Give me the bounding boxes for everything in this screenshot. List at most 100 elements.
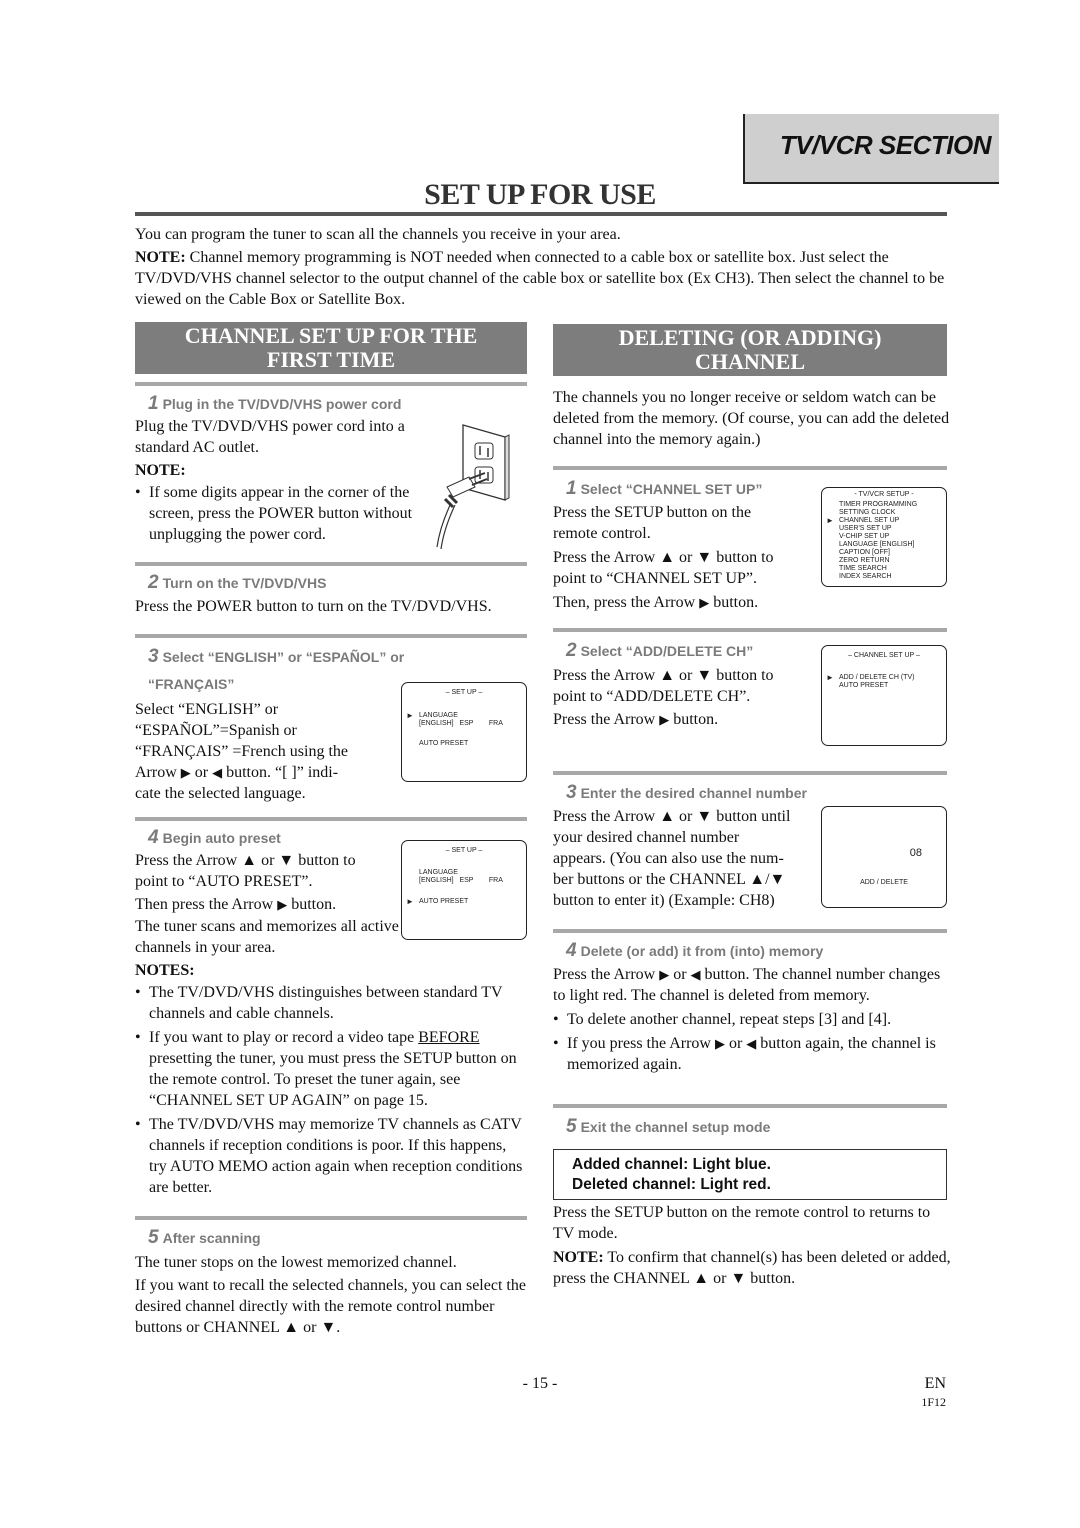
step-heading: 3 Enter the desired channel number bbox=[566, 782, 807, 804]
step-number: 2 bbox=[566, 640, 577, 661]
arrow-left-icon: ◀ bbox=[690, 967, 701, 982]
bullet-item: If you press the Arrow ▶ or ◀ button aga… bbox=[553, 1033, 953, 1075]
power-outlet-plug-icon bbox=[436, 424, 510, 550]
note-text: Channel memory programming is NOT needed… bbox=[135, 249, 945, 308]
banner-line: DELETING (OR ADDING) bbox=[618, 325, 882, 350]
line: appears. (You can also use the num- bbox=[553, 850, 784, 867]
note-bullet: If some digits appear in the corner of t… bbox=[135, 482, 439, 545]
screen-title: – SET UP – bbox=[445, 847, 483, 854]
step-number: 2 bbox=[148, 572, 159, 593]
line: Press the Arrow ▲ or ▼ button to bbox=[553, 549, 774, 566]
screen-language-options: [ENGLISH] ESP FRA bbox=[419, 720, 503, 727]
legend-added: Added channel: Light blue. bbox=[572, 1156, 771, 1173]
pointer-icon: ► bbox=[406, 897, 414, 906]
step-title: Select “CHANNEL SET UP” bbox=[580, 481, 763, 497]
step-body: Press the Arrow ▲ or ▼ button until your… bbox=[553, 806, 823, 911]
legend-deleted: Deleted channel: Light red. bbox=[572, 1176, 771, 1193]
text: or bbox=[257, 852, 279, 869]
line: “ESPAÑOL”=Spanish or bbox=[135, 722, 297, 739]
text: presetting the tuner, you must press the… bbox=[149, 1050, 517, 1109]
screen-label: ADD / DELETE bbox=[860, 879, 908, 886]
line: “FRANÇAIS” =French using the bbox=[135, 743, 349, 760]
step-number: 3 bbox=[148, 646, 159, 667]
text: button. bbox=[709, 594, 759, 611]
text: button. bbox=[669, 711, 719, 728]
screen-menu-item: V-CHIP SET UP bbox=[822, 533, 946, 541]
step-heading: 3 Select “ENGLISH” or “ESPAÑOL” or bbox=[148, 646, 404, 668]
screen-menu-item: ZERO RETURN bbox=[822, 557, 946, 565]
step-number: 1 bbox=[148, 393, 159, 414]
item-label: AUTO PRESET bbox=[419, 898, 469, 905]
tv-screen-channel-setup: – CHANNEL SET UP – ► ADD / DELETE CH (TV)… bbox=[821, 645, 947, 746]
item-label: AUTO PRESET bbox=[839, 682, 889, 689]
intro-text: You can program the tuner to scan all th… bbox=[135, 226, 621, 243]
divider bbox=[553, 929, 947, 933]
step-body: Plug the TV/DVD/VHS power cord into a st… bbox=[135, 418, 405, 456]
item-label: TIME SEARCH bbox=[839, 565, 887, 572]
divider bbox=[135, 382, 527, 386]
paragraph: Press the Arrow ▶ or ◀ button. The chann… bbox=[553, 964, 953, 1006]
item-label: LANGUAGE [ENGLISH] bbox=[839, 541, 915, 548]
step-note: NOTE: To confirm that channel(s) has bee… bbox=[553, 1247, 953, 1289]
step-heading: 2 Turn on the TV/DVD/VHS bbox=[148, 572, 326, 594]
line: Press the Arrow ▲ or ▼ button to bbox=[135, 852, 356, 869]
screen-menu-item: LANGUAGE [ENGLISH] bbox=[822, 541, 946, 549]
arrow-right-icon: ▶ bbox=[714, 1036, 725, 1051]
screen-title: - TV/VCR SETUP - bbox=[854, 491, 914, 498]
text: If you press the Arrow bbox=[567, 1035, 715, 1052]
divider bbox=[553, 466, 947, 470]
line: your desired channel number bbox=[553, 829, 740, 846]
banner-line: FIRST TIME bbox=[266, 347, 396, 372]
intro-note: NOTE: Channel memory programming is NOT … bbox=[135, 247, 950, 310]
note-item: The TV/DVD/VHS may memorize TV channels … bbox=[135, 1114, 527, 1198]
note-label: NOTE: bbox=[135, 462, 186, 479]
screen-menu: TIMER PROGRAMMING SETTING CLOCK ► CHANNEL S… bbox=[822, 501, 946, 581]
screen-menu-item: INDEX SEARCH bbox=[822, 573, 946, 581]
notes-list: The TV/DVD/VHS distinguishes between sta… bbox=[135, 982, 527, 1198]
arrow-right-icon: ▶ bbox=[699, 595, 710, 610]
screen-title: – CHANNEL SET UP – bbox=[848, 652, 920, 659]
banner-channel-setup: CHANNEL SET UP FOR THE FIRST TIME bbox=[135, 322, 527, 374]
step-heading: 5 Exit the channel setup mode bbox=[566, 1116, 770, 1138]
text: Press the Arrow bbox=[135, 852, 242, 869]
text-underlined: BEFORE bbox=[418, 1029, 480, 1046]
step-title: Begin auto preset bbox=[162, 830, 281, 846]
section-tab: TV/VCR SECTION bbox=[743, 114, 999, 184]
line: Then press the Arrow ▶ button. bbox=[135, 894, 400, 915]
line: cate the selected language. bbox=[135, 785, 306, 802]
step-title-continued: “FRANÇAIS” bbox=[148, 676, 235, 692]
step-body: Press the Arrow ▲ or ▼ button to point t… bbox=[135, 850, 400, 915]
text: or bbox=[724, 1035, 747, 1052]
screen-item-language: LANGUAGE bbox=[419, 869, 458, 876]
text: button. bbox=[287, 896, 337, 913]
tv-screen-setup-auto-preset: – SET UP – LANGUAGE [ENGLISH] ESP FRA ► A… bbox=[401, 840, 527, 940]
tv-screen-setup-language: – SET UP – ► LANGUAGE [ENGLISH] ESP FRA A… bbox=[401, 682, 527, 782]
screen-item-auto-preset: AUTO PRESET bbox=[419, 740, 469, 747]
screen-item-language: ► LANGUAGE bbox=[402, 712, 526, 720]
item-label: V-CHIP SET UP bbox=[839, 533, 890, 540]
arrow-right-icon: ▶ bbox=[277, 897, 288, 912]
step-body: The tuner scans and memorizes all active… bbox=[135, 918, 399, 956]
divider bbox=[135, 817, 527, 821]
note-text: To confirm that channel(s) has been dele… bbox=[553, 1249, 951, 1287]
divider bbox=[135, 1216, 527, 1220]
line: Press the SETUP button on the bbox=[553, 504, 752, 521]
text: Then, press the Arrow bbox=[553, 594, 700, 611]
text: Press the Arrow bbox=[553, 711, 660, 728]
divider bbox=[135, 634, 527, 638]
step-title: Select “ADD/DELETE CH” bbox=[580, 643, 754, 659]
screen-menu-item: SETTING CLOCK bbox=[822, 509, 946, 517]
step-body: Press the Arrow ▶ or ◀ button. The chann… bbox=[553, 964, 953, 1075]
line: point to “AUTO PRESET”. bbox=[135, 873, 313, 890]
item-label: TIMER PROGRAMMING bbox=[839, 501, 918, 508]
arrow-right-icon: ▶ bbox=[180, 765, 191, 780]
screen-menu-item: TIMER PROGRAMMING bbox=[822, 501, 946, 509]
step-heading: 1 Select “CHANNEL SET UP” bbox=[566, 478, 762, 500]
divider bbox=[553, 1104, 947, 1108]
line: point to “ADD/DELETE CH”. bbox=[553, 688, 751, 705]
arrow-right-icon: ▶ bbox=[659, 712, 670, 727]
note-label: NOTE: bbox=[135, 249, 186, 266]
pointer-icon: ► bbox=[826, 673, 834, 682]
item-label: LANGUAGE bbox=[419, 712, 458, 719]
screen-menu-item: CAPTION [OFF] bbox=[822, 549, 946, 557]
